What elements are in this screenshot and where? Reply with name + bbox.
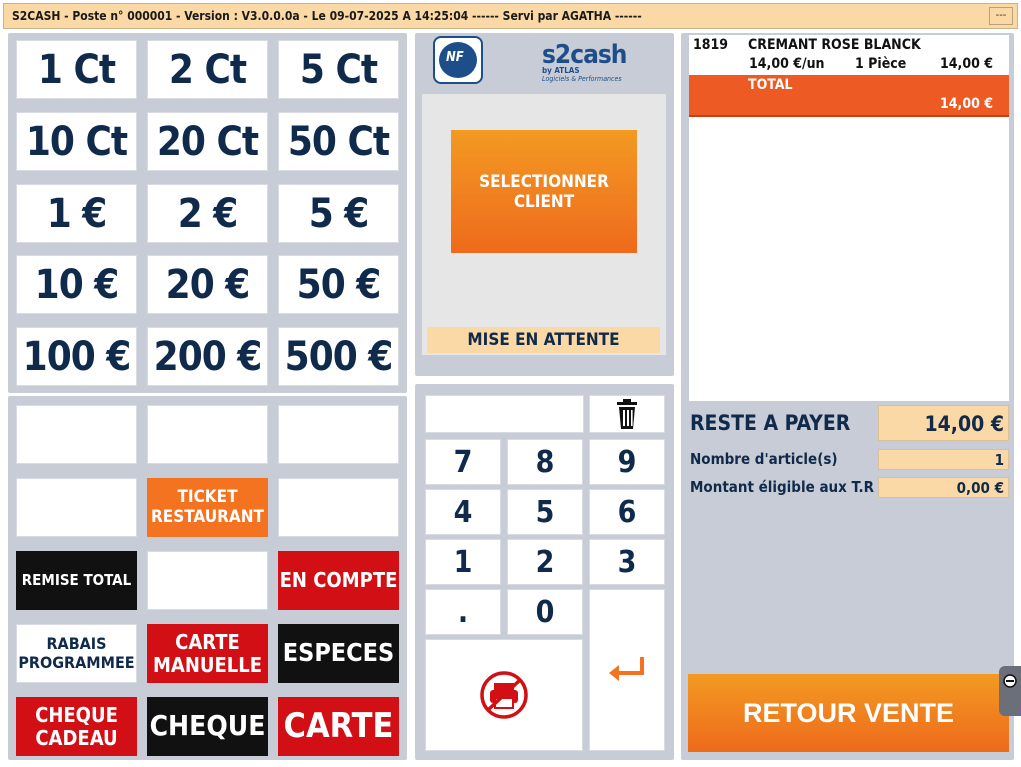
total-row: TOTAL 14,00 € <box>689 75 1009 117</box>
coin-button[interactable]: 20 € <box>147 255 268 314</box>
keypad-key[interactable]: 7 <box>425 439 501 485</box>
cheque-cadeau-button[interactable]: CHEQUE CADEAU <box>16 697 137 756</box>
coin-button[interactable]: 1 € <box>16 184 137 243</box>
keypad-key[interactable]: 2 <box>507 539 583 585</box>
payment-slot-empty <box>147 405 268 464</box>
coin-button[interactable]: 5 € <box>278 184 399 243</box>
especes-button[interactable]: ESPECES <box>278 624 399 683</box>
carte-manuelle-button[interactable]: CARTE MANUELLE <box>147 624 268 683</box>
coin-button[interactable]: 50 € <box>278 255 399 314</box>
item-code: 1819 <box>693 37 729 53</box>
coin-button[interactable]: 1 Ct <box>16 40 137 99</box>
coin-button[interactable]: 2 Ct <box>147 40 268 99</box>
window-title: S2CASH - Poste n° 000001 - Version : V3.… <box>12 9 642 23</box>
keypad-key[interactable]: 9 <box>589 439 665 485</box>
retour-vente-button[interactable]: RETOUR VENTE <box>688 674 1009 752</box>
keypad-key[interactable]: 3 <box>589 539 665 585</box>
ticket-list: 1819 CREMANT ROSE BLANCK 14,00 €/un 1 Pi… <box>689 35 1009 401</box>
payment-slot-empty <box>16 478 137 537</box>
nf-logo: NF <box>433 36 483 84</box>
keypad-key[interactable]: 5 <box>507 489 583 535</box>
reste-value: 14,00 € <box>878 405 1009 441</box>
tr-value: 0,00 € <box>878 477 1009 498</box>
item-name[interactable]: CREMANT ROSE BLANCK <box>748 37 921 53</box>
collapse-icon <box>1003 674 1017 688</box>
total-value: 14,00 € <box>940 96 993 112</box>
payment-slot-empty <box>16 405 137 464</box>
print-toggle-button[interactable] <box>425 639 583 751</box>
clear-button[interactable] <box>589 395 665 433</box>
articles-label: Nombre d'article(s) <box>690 450 838 468</box>
enter-arrow-icon <box>609 657 644 681</box>
reste-label: RESTE A PAYER <box>690 411 851 435</box>
trash-icon <box>617 399 637 429</box>
keypad-key[interactable]: 4 <box>425 489 501 535</box>
keypad-display <box>425 395 584 433</box>
keypad-key[interactable]: 6 <box>589 489 665 535</box>
coin-button[interactable]: 10 € <box>16 255 137 314</box>
coin-button[interactable]: 500 € <box>278 327 399 386</box>
payment-slot-empty <box>147 551 268 610</box>
hold-button[interactable]: MISE EN ATTENTE <box>427 327 660 353</box>
item-unit-price: 14,00 €/un <box>749 56 825 72</box>
payment-slot-empty <box>278 405 399 464</box>
ticket-restaurant-button[interactable]: TICKET RESTAURANT <box>147 478 268 537</box>
cheque-button[interactable]: CHEQUE <box>147 697 268 756</box>
coin-button[interactable]: 10 Ct <box>16 112 137 171</box>
tr-label: Montant éligible aux T.R <box>690 478 874 496</box>
title-menu-button[interactable]: --- <box>989 7 1013 25</box>
title-bar: S2CASH - Poste n° 000001 - Version : V3.… <box>3 3 1018 29</box>
side-panel-tab[interactable] <box>999 666 1021 716</box>
enter-button[interactable] <box>589 589 665 751</box>
s2cash-logo: s2cash by ATLAS Logiciels & Performances <box>542 40 627 83</box>
remise-total-button[interactable]: REMISE TOTAL <box>16 551 137 610</box>
payment-slot-empty <box>278 478 399 537</box>
coin-button[interactable]: 5 Ct <box>278 40 399 99</box>
keypad-key[interactable]: . <box>425 589 501 635</box>
keypad-key[interactable]: 8 <box>507 439 583 485</box>
coin-button[interactable]: 200 € <box>147 327 268 386</box>
item-amount: 14,00 € <box>940 56 993 72</box>
articles-value: 1 <box>878 449 1009 470</box>
carte-button[interactable]: CARTE <box>278 697 399 756</box>
coin-button[interactable]: 100 € <box>16 327 137 386</box>
rabais-programmee-button[interactable]: RABAIS PROGRAMMEE <box>16 624 137 683</box>
keypad-key[interactable]: 1 <box>425 539 501 585</box>
coin-button[interactable]: 20 Ct <box>147 112 268 171</box>
item-quantity: 1 Pièce <box>855 56 907 72</box>
coin-button[interactable]: 2 € <box>147 184 268 243</box>
select-client-button[interactable]: SELECTIONNER CLIENT <box>451 130 637 253</box>
coin-button[interactable]: 50 Ct <box>278 112 399 171</box>
en-compte-button[interactable]: EN COMPTE <box>278 551 399 610</box>
total-label: TOTAL <box>748 77 793 93</box>
keypad-key[interactable]: 0 <box>507 589 583 635</box>
no-print-icon <box>480 671 528 719</box>
